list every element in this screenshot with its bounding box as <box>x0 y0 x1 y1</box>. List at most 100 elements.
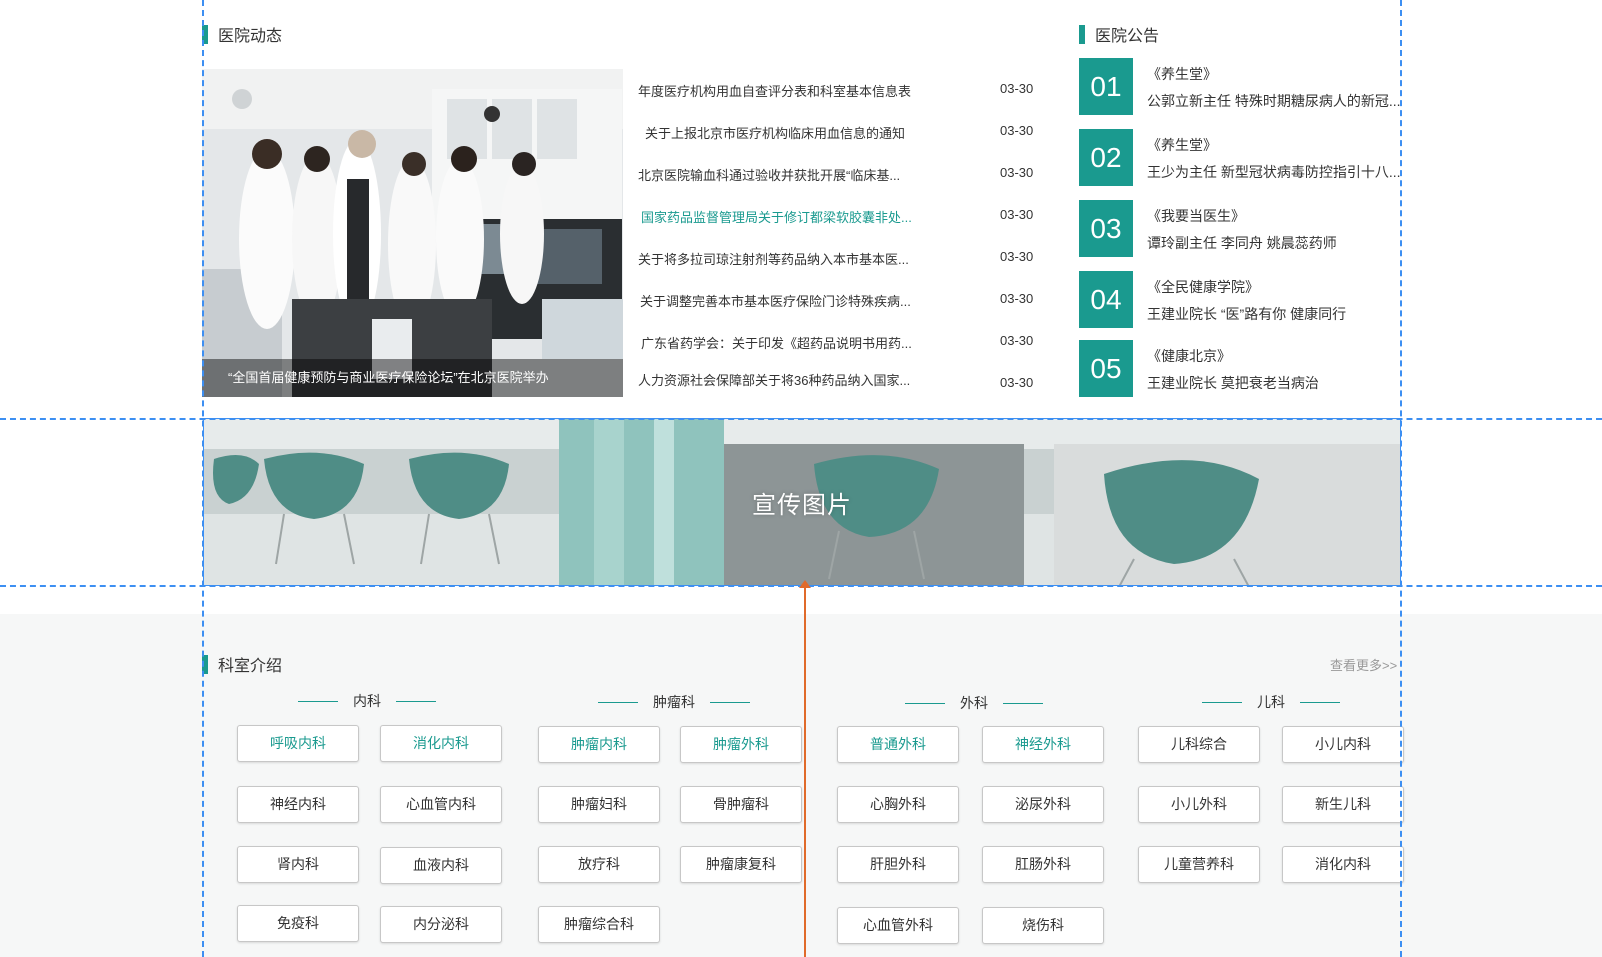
heading-line <box>710 701 750 703</box>
department-button[interactable]: 消化内科 <box>1282 846 1404 883</box>
category-name: 儿科 <box>1257 694 1285 710</box>
department-button[interactable]: 新生儿科 <box>1282 786 1404 823</box>
news-item-title[interactable]: 年度医疗机构用血自查评分表和科室基本信息表 <box>638 81 938 100</box>
department-button[interactable]: 免疫科 <box>237 905 359 942</box>
promo-banner[interactable]: 宣传图片 <box>203 418 1401 586</box>
heading-line <box>1202 701 1242 703</box>
notice-text[interactable]: 王少为主任 新型冠状病毒防控指引十八... <box>1147 162 1405 182</box>
department-button[interactable]: 小儿内科 <box>1282 726 1404 763</box>
news-item-date: 03-30 <box>1000 291 1034 306</box>
notice-item[interactable]: 01 《养生堂》 公郭立新主任 特殊时期糖尿病人的新冠... <box>1079 58 1409 116</box>
notice-item[interactable]: 02 《养生堂》 王少为主任 新型冠状病毒防控指引十八... <box>1079 129 1409 187</box>
news-list-item[interactable]: 关于上报北京市医疗机构临床用血信息的通知 03-30 <box>645 123 1045 143</box>
notice-source[interactable]: 《我要当医生》 <box>1147 206 1245 226</box>
news-list-item[interactable]: 广东省药学会：关于印发《超药品说明书用药... 03-30 <box>641 333 1041 353</box>
news-item-date: 03-30 <box>1000 207 1034 222</box>
news-item-date: 03-30 <box>1000 81 1034 96</box>
department-button[interactable]: 肿瘤综合科 <box>538 906 660 943</box>
department-button[interactable]: 骨肿瘤科 <box>680 786 802 823</box>
notice-source[interactable]: 《全民健康学院》 <box>1147 277 1259 297</box>
heading-line <box>1300 701 1340 703</box>
category-name: 外科 <box>960 695 988 711</box>
heading-line <box>396 700 436 702</box>
heading-line <box>1003 702 1043 704</box>
department-button[interactable]: 肾内科 <box>237 846 359 883</box>
news-list-item[interactable]: 关于将多拉司琼注射剂等药品纳入本市基本医... 03-30 <box>638 249 1038 269</box>
heading-line <box>598 701 638 703</box>
departments-section-title: 科室介绍 <box>202 652 282 676</box>
notice-text[interactable]: 王建业院长 莫把衰老当病治 <box>1147 373 1405 393</box>
department-button[interactable]: 肿瘤康复科 <box>680 846 802 883</box>
notice-number: 04 <box>1079 271 1133 328</box>
department-button[interactable]: 肿瘤妇科 <box>538 786 660 823</box>
department-button[interactable]: 肝胆外科 <box>837 846 959 883</box>
notices-title-label: 医院公告 <box>1095 28 1160 45</box>
notices-section-title: 医院公告 <box>1079 22 1159 46</box>
guide-line-left <box>202 0 204 957</box>
department-button[interactable]: 泌尿外科 <box>982 786 1104 823</box>
departments-title-label: 科室介绍 <box>218 658 283 675</box>
heading-line <box>905 702 945 704</box>
notice-text[interactable]: 王建业院长 “医”路有你 健康同行 <box>1147 304 1405 324</box>
news-section-title: 医院动态 <box>202 22 282 46</box>
notice-number: 01 <box>1079 58 1133 115</box>
department-button[interactable]: 血液内科 <box>380 847 502 884</box>
notice-item[interactable]: 04 《全民健康学院》 王建业院长 “医”路有你 健康同行 <box>1079 271 1409 329</box>
view-more-link[interactable]: 查看更多>> <box>1330 655 1397 674</box>
notice-source[interactable]: 《养生堂》 <box>1147 135 1217 155</box>
news-item-title[interactable]: 关于将多拉司琼注射剂等药品纳入本市基本医... <box>638 249 938 268</box>
news-item-title[interactable]: 关于上报北京市医疗机构临床用血信息的通知 <box>645 123 945 142</box>
department-button[interactable]: 心血管内科 <box>380 786 502 823</box>
news-item-title[interactable]: 关于调整完善本市基本医疗保险门诊特殊疾病... <box>640 291 940 310</box>
guide-line-banner-top <box>0 418 1602 420</box>
category-heading-pediatrics: 儿科 <box>1202 692 1340 712</box>
news-list-item[interactable]: 国家药品监督管理局关于修订都梁软胶囊非处... 03-30 <box>641 207 1041 227</box>
news-featured-photo[interactable]: “全国首届健康预防与商业医疗保险论坛”在北京医院举办 <box>202 69 623 397</box>
banner-label: 宣传图片 <box>752 491 852 519</box>
news-item-title[interactable]: 国家药品监督管理局关于修订都梁软胶囊非处... <box>641 207 941 226</box>
featured-photo-illustration <box>202 69 623 397</box>
department-button[interactable]: 普通外科 <box>837 726 959 763</box>
category-heading-oncology: 肿瘤科 <box>598 692 750 712</box>
department-button[interactable]: 小儿外科 <box>1138 786 1260 823</box>
department-button[interactable]: 肛肠外科 <box>982 846 1104 883</box>
notice-number: 02 <box>1079 129 1133 186</box>
title-accent-bar <box>1079 24 1085 44</box>
notice-item[interactable]: 03 《我要当医生》 谭玲副主任 李同舟 姚晨蕊药师 <box>1079 200 1409 258</box>
featured-photo-caption[interactable]: “全国首届健康预防与商业医疗保险论坛”在北京医院举办 <box>202 359 623 397</box>
category-heading-internal: 内科 <box>298 691 436 711</box>
news-title-label: 医院动态 <box>218 28 283 45</box>
department-button[interactable]: 肿瘤内科 <box>538 726 660 763</box>
notice-text[interactable]: 公郭立新主任 特殊时期糖尿病人的新冠... <box>1147 91 1405 111</box>
department-button[interactable]: 呼吸内科 <box>237 725 359 762</box>
news-list-item[interactable]: 年度医疗机构用血自查评分表和科室基本信息表 03-30 <box>638 81 1038 101</box>
department-button[interactable]: 神经外科 <box>982 726 1104 763</box>
department-button[interactable]: 心胸外科 <box>837 786 959 823</box>
news-item-date: 03-30 <box>1000 123 1034 138</box>
department-button[interactable]: 肿瘤外科 <box>680 726 802 763</box>
news-item-title[interactable]: 北京医院输血科通过验收并获批开展“临床基... <box>638 165 938 184</box>
notice-source[interactable]: 《健康北京》 <box>1147 346 1231 366</box>
news-list-item[interactable]: 关于调整完善本市基本医疗保险门诊特殊疾病... 03-30 <box>640 291 1040 311</box>
department-button[interactable]: 神经内科 <box>237 786 359 823</box>
news-list-item[interactable]: 人力资源社会保障部关于将36种药品纳入国家... 03-30 <box>638 370 1038 390</box>
category-heading-surgery: 外科 <box>905 693 1043 713</box>
news-item-date: 03-30 <box>1000 375 1034 390</box>
notice-item[interactable]: 05 《健康北京》 王建业院长 莫把衰老当病治 <box>1079 340 1409 398</box>
notice-text[interactable]: 谭玲副主任 李同舟 姚晨蕊药师 <box>1147 233 1405 253</box>
department-button[interactable]: 烧伤科 <box>982 907 1104 944</box>
department-button[interactable]: 消化内科 <box>380 725 502 762</box>
notice-number: 03 <box>1079 200 1133 257</box>
department-button[interactable]: 内分泌科 <box>380 906 502 943</box>
department-button[interactable]: 放疗科 <box>538 846 660 883</box>
news-item-title[interactable]: 广东省药学会：关于印发《超药品说明书用药... <box>641 333 941 352</box>
category-name: 内科 <box>353 693 381 709</box>
department-button[interactable]: 心血管外科 <box>837 907 959 944</box>
department-button[interactable]: 儿科综合 <box>1138 726 1260 763</box>
notice-source[interactable]: 《养生堂》 <box>1147 64 1217 84</box>
news-list-item[interactable]: 北京医院输血科通过验收并获批开展“临床基... 03-30 <box>638 165 1038 185</box>
news-item-date: 03-30 <box>1000 249 1034 264</box>
news-item-title[interactable]: 人力资源社会保障部关于将36种药品纳入国家... <box>638 370 938 389</box>
department-button[interactable]: 儿童营养科 <box>1138 846 1260 883</box>
news-item-date: 03-30 <box>1000 333 1034 348</box>
